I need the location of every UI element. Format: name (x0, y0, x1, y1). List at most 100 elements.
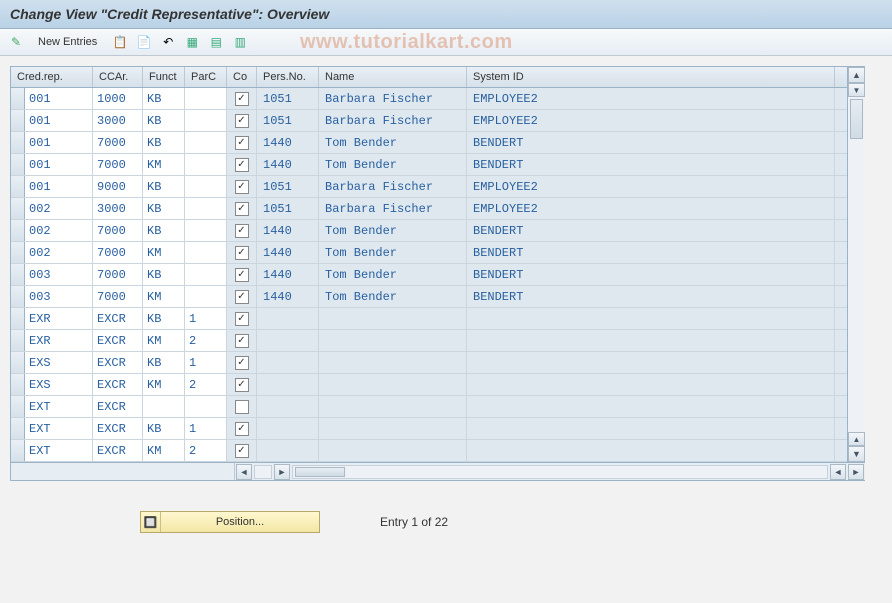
new-entries-button[interactable]: New Entries (30, 34, 105, 50)
co-checkbox[interactable]: ✓ (235, 444, 249, 458)
ccar-input[interactable] (93, 418, 142, 439)
co-checkbox[interactable]: ✓ (235, 356, 249, 370)
row-selector[interactable] (11, 176, 25, 197)
col-header-sysid[interactable]: System ID (467, 67, 835, 87)
row-selector[interactable] (11, 264, 25, 285)
co-checkbox[interactable]: ✓ (235, 202, 249, 216)
parc-input[interactable] (185, 330, 226, 351)
ccar-input[interactable] (93, 198, 142, 219)
credrep-input[interactable] (25, 396, 92, 417)
funct-input[interactable] (143, 374, 184, 395)
parc-input[interactable] (185, 220, 226, 241)
co-checkbox[interactable]: ✓ (235, 268, 249, 282)
parc-input[interactable] (185, 242, 226, 263)
ccar-input[interactable] (93, 286, 142, 307)
row-selector[interactable] (11, 308, 25, 329)
funct-input[interactable] (143, 242, 184, 263)
funct-input[interactable] (143, 352, 184, 373)
parc-input[interactable] (185, 286, 226, 307)
deselect-icon[interactable]: ▥ (231, 33, 249, 51)
funct-input[interactable] (143, 88, 184, 109)
row-selector[interactable] (11, 286, 25, 307)
row-selector[interactable] (11, 330, 25, 351)
row-selector[interactable] (11, 154, 25, 175)
credrep-input[interactable] (25, 88, 92, 109)
funct-input[interactable] (143, 286, 184, 307)
parc-input[interactable] (185, 374, 226, 395)
hscroll-right-icon[interactable]: ► (274, 464, 290, 480)
funct-input[interactable] (143, 198, 184, 219)
parc-input[interactable] (185, 440, 226, 461)
col-header-ccar[interactable]: CCAr. (93, 67, 143, 87)
doc-new-icon[interactable]: 📄 (135, 33, 153, 51)
parc-input[interactable] (185, 154, 226, 175)
copy-icon[interactable]: 📋 (111, 33, 129, 51)
credrep-input[interactable] (25, 242, 92, 263)
select-all-icon[interactable]: ▦ (183, 33, 201, 51)
vscroll-track[interactable] (848, 97, 865, 432)
parc-input[interactable] (185, 396, 226, 417)
co-checkbox[interactable]: ✓ (235, 180, 249, 194)
col-header-credrep[interactable]: Cred.rep. (11, 67, 93, 87)
parc-input[interactable] (185, 352, 226, 373)
funct-input[interactable] (143, 396, 184, 417)
credrep-input[interactable] (25, 132, 92, 153)
row-selector[interactable] (11, 110, 25, 131)
ccar-input[interactable] (93, 176, 142, 197)
parc-input[interactable] (185, 88, 226, 109)
credrep-input[interactable] (25, 264, 92, 285)
co-checkbox[interactable]: ✓ (235, 92, 249, 106)
credrep-input[interactable] (25, 154, 92, 175)
credrep-input[interactable] (25, 176, 92, 197)
position-button[interactable]: 🔲 Position... (140, 511, 320, 533)
funct-input[interactable] (143, 132, 184, 153)
row-selector[interactable] (11, 242, 25, 263)
col-header-name[interactable]: Name (319, 67, 467, 87)
funct-input[interactable] (143, 330, 184, 351)
row-selector[interactable] (11, 132, 25, 153)
vscroll-down2-icon[interactable]: ▲ (848, 432, 865, 446)
hscroll-left-icon[interactable]: ◄ (236, 464, 252, 480)
col-header-persno[interactable]: Pers.No. (257, 67, 319, 87)
co-checkbox[interactable]: ✓ (235, 334, 249, 348)
parc-input[interactable] (185, 132, 226, 153)
ccar-input[interactable] (93, 374, 142, 395)
co-checkbox[interactable]: ✓ (235, 136, 249, 150)
credrep-input[interactable] (25, 418, 92, 439)
credrep-input[interactable] (25, 308, 92, 329)
ccar-input[interactable] (93, 396, 142, 417)
co-checkbox[interactable]: ✓ (235, 114, 249, 128)
row-selector[interactable] (11, 88, 25, 109)
co-checkbox[interactable]: ✓ (235, 312, 249, 326)
parc-input[interactable] (185, 198, 226, 219)
select-block-icon[interactable]: ▤ (207, 33, 225, 51)
co-checkbox[interactable]: ✓ (235, 378, 249, 392)
ccar-input[interactable] (93, 88, 142, 109)
ccar-input[interactable] (93, 352, 142, 373)
funct-input[interactable] (143, 176, 184, 197)
funct-input[interactable] (143, 110, 184, 131)
hscroll-right2-icon[interactable]: ► (848, 464, 864, 480)
row-selector[interactable] (11, 198, 25, 219)
ccar-input[interactable] (93, 308, 142, 329)
funct-input[interactable] (143, 264, 184, 285)
funct-input[interactable] (143, 308, 184, 329)
row-selector[interactable] (11, 396, 25, 417)
ccar-input[interactable] (93, 132, 142, 153)
col-header-parc[interactable]: ParC (185, 67, 227, 87)
parc-input[interactable] (185, 110, 226, 131)
hscroll-thumb[interactable] (295, 467, 345, 477)
co-checkbox[interactable]: ✓ (235, 246, 249, 260)
funct-input[interactable] (143, 154, 184, 175)
vscroll-thumb[interactable] (850, 99, 863, 139)
credrep-input[interactable] (25, 440, 92, 461)
ccar-input[interactable] (93, 330, 142, 351)
co-checkbox[interactable]: ✓ (235, 422, 249, 436)
vscroll-up-icon[interactable]: ▲ (848, 67, 865, 83)
ccar-input[interactable] (93, 440, 142, 461)
hscroll-left2-icon[interactable]: ◄ (830, 464, 846, 480)
vscroll-up2-icon[interactable]: ▼ (848, 83, 865, 97)
co-checkbox[interactable]: ✓ (235, 224, 249, 238)
col-header-funct[interactable]: Funct (143, 67, 185, 87)
row-selector[interactable] (11, 220, 25, 241)
